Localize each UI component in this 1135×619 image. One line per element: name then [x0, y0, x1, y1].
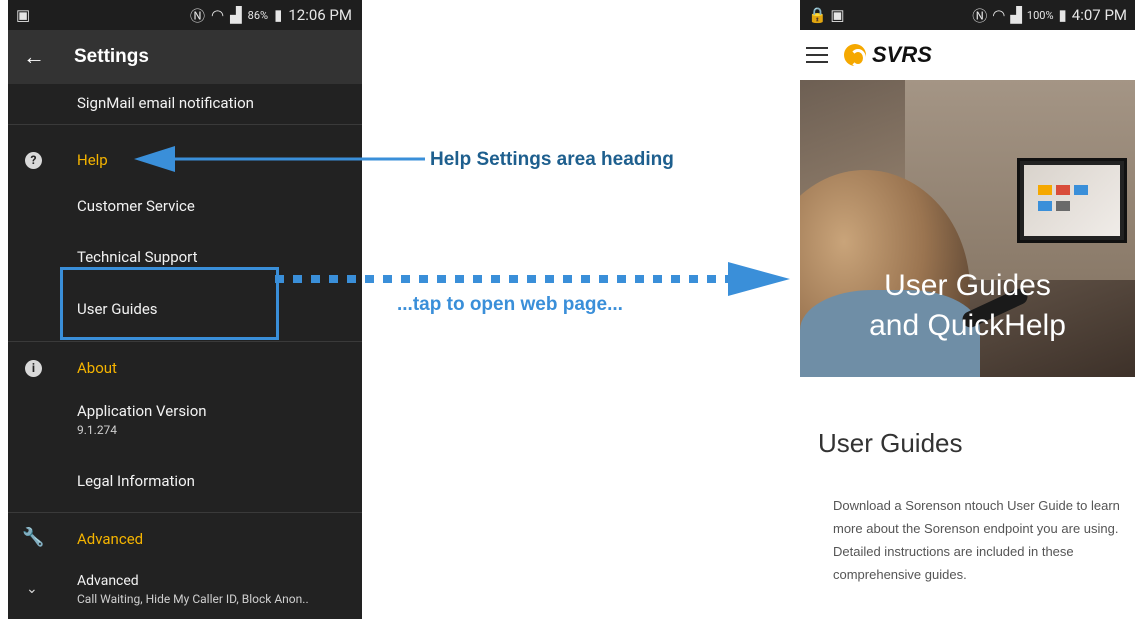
help-heading-callout: Help Settings area heading [430, 149, 674, 170]
status-bar: 🔒 ▣ Ⓝ ◠ ▟ 100% ▮ 4:07 PM [800, 0, 1135, 30]
battery-level: 100% [1026, 8, 1054, 22]
wifi-icon: ◠ [992, 6, 1006, 24]
section-heading: User Guides [818, 428, 963, 458]
hero-title-line-1: User Guides [884, 269, 1051, 302]
tap-callout: ...tap to open web page... [397, 294, 623, 315]
heading-arrow-head [134, 146, 175, 172]
clock: 4:07 PM [1071, 6, 1127, 24]
web-header: SVRS [800, 30, 1135, 80]
lock-icon: 🔒 [808, 6, 827, 24]
nfc-icon: Ⓝ [972, 6, 988, 25]
user-guides-web-page: 🔒 ▣ Ⓝ ◠ ▟ 100% ▮ 4:07 PM SVRS User Guide… [800, 0, 1135, 619]
tv-image [1017, 158, 1127, 243]
tap-arrow-head [728, 262, 790, 296]
battery-icon: ▮ [1058, 6, 1067, 24]
screenshot-icon: ▣ [830, 6, 845, 24]
hero-title: User Guides and QuickHelp [800, 266, 1135, 346]
signal-icon: ▟ [1010, 6, 1022, 24]
section-paragraph: Download a Sorenson ntouch User Guide to… [833, 498, 1120, 582]
hero-title-line-2: and QuickHelp [869, 309, 1066, 342]
hero-banner: User Guides and QuickHelp [800, 80, 1135, 377]
svrs-logo-text[interactable]: SVRS [872, 42, 932, 68]
hamburger-menu-icon[interactable] [806, 47, 828, 63]
svrs-logo-icon [844, 44, 866, 67]
